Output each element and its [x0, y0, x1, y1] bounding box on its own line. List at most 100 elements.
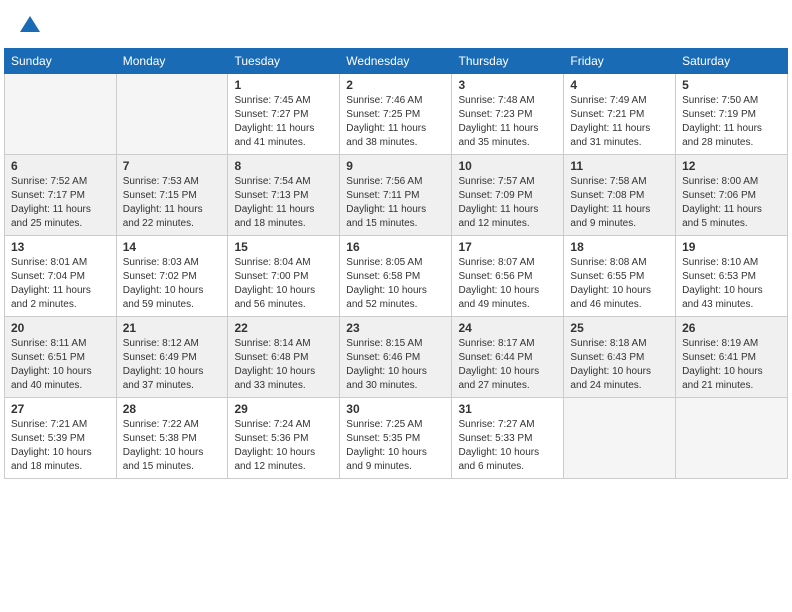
- cell-info: Sunrise: 8:10 AM Sunset: 6:53 PM Dayligh…: [682, 256, 781, 312]
- calendar-cell: 18 Sunrise: 8:08 AM Sunset: 6:55 PM Dayli…: [564, 236, 676, 317]
- day-number: 29: [234, 402, 333, 416]
- calendar-cell: 9Sunrise: 7:56 AM Sunset: 7:11 PM Daylig…: [340, 155, 452, 236]
- day-number: 25: [570, 321, 669, 335]
- cell-info: Sunrise: 7:57 AM Sunset: 7:09 PM Dayligh…: [458, 175, 557, 231]
- calendar-cell: [676, 398, 788, 479]
- calendar-wrapper: SundayMondayTuesdayWednesdayThursdayFrid…: [0, 48, 792, 483]
- cell-info: Sunrise: 8:17 AM Sunset: 6:44 PM Dayligh…: [458, 337, 557, 393]
- day-number: 19: [682, 240, 781, 254]
- cell-info: Sunrise: 7:21 AM Sunset: 5:39 PM Dayligh…: [11, 418, 110, 474]
- cell-info: Sunrise: 8:00 AM Sunset: 7:06 PM Dayligh…: [682, 175, 781, 231]
- cell-info: Sunrise: 7:27 AM Sunset: 5:33 PM Dayligh…: [458, 418, 557, 474]
- day-number: 12: [682, 159, 781, 173]
- calendar-cell: 3 Sunrise: 7:48 AM Sunset: 7:23 PM Daylig…: [452, 74, 564, 155]
- day-number: 10: [458, 159, 557, 173]
- calendar-cell: 23Sunrise: 8:15 AM Sunset: 6:46 PM Dayli…: [340, 317, 452, 398]
- calendar-cell: 19 Sunrise: 8:10 AM Sunset: 6:53 PM Dayli…: [676, 236, 788, 317]
- logo: [16, 12, 48, 40]
- day-number: 28: [123, 402, 222, 416]
- calendar-week-row: 13 Sunrise: 8:01 AM Sunset: 7:04 PM Dayli…: [5, 236, 788, 317]
- cell-info: Sunrise: 7:48 AM Sunset: 7:23 PM Dayligh…: [458, 94, 557, 150]
- cell-info: Sunrise: 8:11 AM Sunset: 6:51 PM Dayligh…: [11, 337, 110, 393]
- calendar-cell: 13 Sunrise: 8:01 AM Sunset: 7:04 PM Dayli…: [5, 236, 117, 317]
- calendar-cell: 29 Sunrise: 7:24 AM Sunset: 5:36 PM Dayli…: [228, 398, 340, 479]
- day-number: 4: [570, 78, 669, 92]
- cell-info: Sunrise: 8:07 AM Sunset: 6:56 PM Dayligh…: [458, 256, 557, 312]
- day-number: 22: [234, 321, 333, 335]
- calendar-week-row: 27Sunrise: 7:21 AM Sunset: 5:39 PM Dayli…: [5, 398, 788, 479]
- cell-info: Sunrise: 7:46 AM Sunset: 7:25 PM Dayligh…: [346, 94, 445, 150]
- calendar-cell: 7 Sunrise: 7:53 AM Sunset: 7:15 PM Daylig…: [116, 155, 228, 236]
- calendar-cell: 27Sunrise: 7:21 AM Sunset: 5:39 PM Dayli…: [5, 398, 117, 479]
- calendar-cell: 16 Sunrise: 8:05 AM Sunset: 6:58 PM Dayli…: [340, 236, 452, 317]
- day-number: 8: [234, 159, 333, 173]
- day-number: 14: [123, 240, 222, 254]
- calendar-cell: 31 Sunrise: 7:27 AM Sunset: 5:33 PM Dayli…: [452, 398, 564, 479]
- cell-info: Sunrise: 8:01 AM Sunset: 7:04 PM Dayligh…: [11, 256, 110, 312]
- calendar-cell: 2Sunrise: 7:46 AM Sunset: 7:25 PM Daylig…: [340, 74, 452, 155]
- day-number: 16: [346, 240, 445, 254]
- cell-info: Sunrise: 8:19 AM Sunset: 6:41 PM Dayligh…: [682, 337, 781, 393]
- day-number: 11: [570, 159, 669, 173]
- day-number: 3: [458, 78, 557, 92]
- cell-info: Sunrise: 8:03 AM Sunset: 7:02 PM Dayligh…: [123, 256, 222, 312]
- cell-info: Sunrise: 7:53 AM Sunset: 7:15 PM Dayligh…: [123, 175, 222, 231]
- logo-icon: [16, 12, 44, 40]
- cell-info: Sunrise: 8:04 AM Sunset: 7:00 PM Dayligh…: [234, 256, 333, 312]
- cell-info: Sunrise: 7:54 AM Sunset: 7:13 PM Dayligh…: [234, 175, 333, 231]
- cell-info: Sunrise: 7:58 AM Sunset: 7:08 PM Dayligh…: [570, 175, 669, 231]
- day-number: 30: [346, 402, 445, 416]
- cell-info: Sunrise: 8:15 AM Sunset: 6:46 PM Dayligh…: [346, 337, 445, 393]
- calendar-day-header: Monday: [116, 49, 228, 74]
- calendar-cell: 10 Sunrise: 7:57 AM Sunset: 7:09 PM Dayli…: [452, 155, 564, 236]
- calendar-table: SundayMondayTuesdayWednesdayThursdayFrid…: [4, 48, 788, 479]
- calendar-day-header: Thursday: [452, 49, 564, 74]
- calendar-cell: 30 Sunrise: 7:25 AM Sunset: 5:35 PM Dayli…: [340, 398, 452, 479]
- calendar-cell: 25 Sunrise: 8:18 AM Sunset: 6:43 PM Dayli…: [564, 317, 676, 398]
- calendar-cell: 17 Sunrise: 8:07 AM Sunset: 6:56 PM Dayli…: [452, 236, 564, 317]
- calendar-cell: 14 Sunrise: 8:03 AM Sunset: 7:02 PM Dayli…: [116, 236, 228, 317]
- calendar-cell: [116, 74, 228, 155]
- calendar-day-header: Sunday: [5, 49, 117, 74]
- calendar-day-header: Wednesday: [340, 49, 452, 74]
- calendar-cell: 12 Sunrise: 8:00 AM Sunset: 7:06 PM Dayli…: [676, 155, 788, 236]
- day-number: 17: [458, 240, 557, 254]
- cell-info: Sunrise: 7:56 AM Sunset: 7:11 PM Dayligh…: [346, 175, 445, 231]
- cell-info: Sunrise: 8:12 AM Sunset: 6:49 PM Dayligh…: [123, 337, 222, 393]
- day-number: 13: [11, 240, 110, 254]
- cell-info: Sunrise: 7:25 AM Sunset: 5:35 PM Dayligh…: [346, 418, 445, 474]
- calendar-week-row: 20 Sunrise: 8:11 AM Sunset: 6:51 PM Dayli…: [5, 317, 788, 398]
- page-header: [0, 0, 792, 48]
- calendar-cell: 28 Sunrise: 7:22 AM Sunset: 5:38 PM Dayli…: [116, 398, 228, 479]
- calendar-cell: 4 Sunrise: 7:49 AM Sunset: 7:21 PM Daylig…: [564, 74, 676, 155]
- calendar-cell: 20 Sunrise: 8:11 AM Sunset: 6:51 PM Dayli…: [5, 317, 117, 398]
- calendar-day-header: Tuesday: [228, 49, 340, 74]
- cell-info: Sunrise: 7:22 AM Sunset: 5:38 PM Dayligh…: [123, 418, 222, 474]
- calendar-cell: 11 Sunrise: 7:58 AM Sunset: 7:08 PM Dayli…: [564, 155, 676, 236]
- cell-info: Sunrise: 8:18 AM Sunset: 6:43 PM Dayligh…: [570, 337, 669, 393]
- cell-info: Sunrise: 8:08 AM Sunset: 6:55 PM Dayligh…: [570, 256, 669, 312]
- day-number: 20: [11, 321, 110, 335]
- cell-info: Sunrise: 8:14 AM Sunset: 6:48 PM Dayligh…: [234, 337, 333, 393]
- calendar-header-row: SundayMondayTuesdayWednesdayThursdayFrid…: [5, 49, 788, 74]
- day-number: 6: [11, 159, 110, 173]
- day-number: 5: [682, 78, 781, 92]
- day-number: 31: [458, 402, 557, 416]
- calendar-cell: 21 Sunrise: 8:12 AM Sunset: 6:49 PM Dayli…: [116, 317, 228, 398]
- calendar-cell: 26Sunrise: 8:19 AM Sunset: 6:41 PM Dayli…: [676, 317, 788, 398]
- cell-info: Sunrise: 7:52 AM Sunset: 7:17 PM Dayligh…: [11, 175, 110, 231]
- calendar-day-header: Saturday: [676, 49, 788, 74]
- calendar-day-header: Friday: [564, 49, 676, 74]
- day-number: 1: [234, 78, 333, 92]
- day-number: 18: [570, 240, 669, 254]
- cell-info: Sunrise: 7:49 AM Sunset: 7:21 PM Dayligh…: [570, 94, 669, 150]
- calendar-cell: 6 Sunrise: 7:52 AM Sunset: 7:17 PM Daylig…: [5, 155, 117, 236]
- cell-info: Sunrise: 7:24 AM Sunset: 5:36 PM Dayligh…: [234, 418, 333, 474]
- cell-info: Sunrise: 8:05 AM Sunset: 6:58 PM Dayligh…: [346, 256, 445, 312]
- calendar-week-row: 1Sunrise: 7:45 AM Sunset: 7:27 PM Daylig…: [5, 74, 788, 155]
- day-number: 7: [123, 159, 222, 173]
- day-number: 21: [123, 321, 222, 335]
- calendar-cell: 24Sunrise: 8:17 AM Sunset: 6:44 PM Dayli…: [452, 317, 564, 398]
- calendar-cell: [564, 398, 676, 479]
- calendar-cell: 8 Sunrise: 7:54 AM Sunset: 7:13 PM Daylig…: [228, 155, 340, 236]
